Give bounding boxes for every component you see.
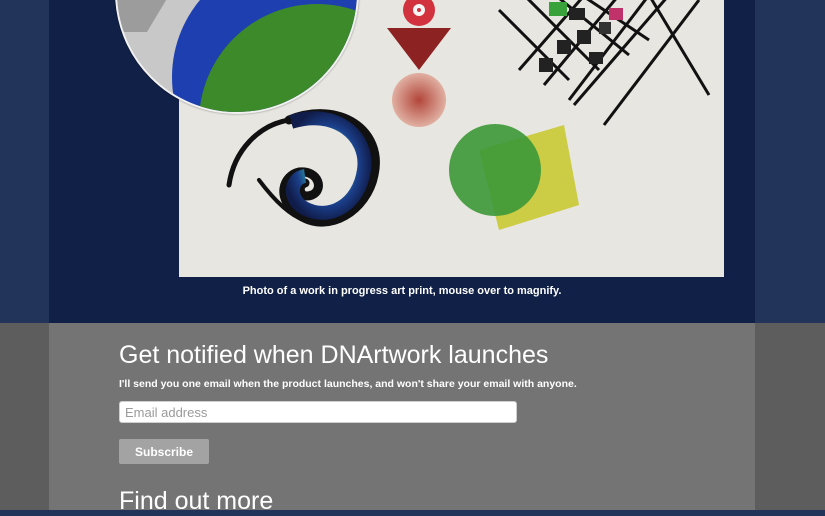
signup-title: Get notified when DNArtwork launches bbox=[119, 341, 549, 369]
grid-lines bbox=[497, 0, 711, 126]
signup-description: I'll send you one email when the product… bbox=[119, 378, 577, 390]
photo-caption: Photo of a work in progress art print, m… bbox=[242, 285, 562, 297]
find-out-more-heading: Find out more bbox=[119, 487, 274, 515]
hero-panel bbox=[49, 0, 755, 323]
email-field[interactable] bbox=[119, 401, 517, 423]
subscribe-button[interactable]: Subscribe bbox=[119, 439, 209, 464]
